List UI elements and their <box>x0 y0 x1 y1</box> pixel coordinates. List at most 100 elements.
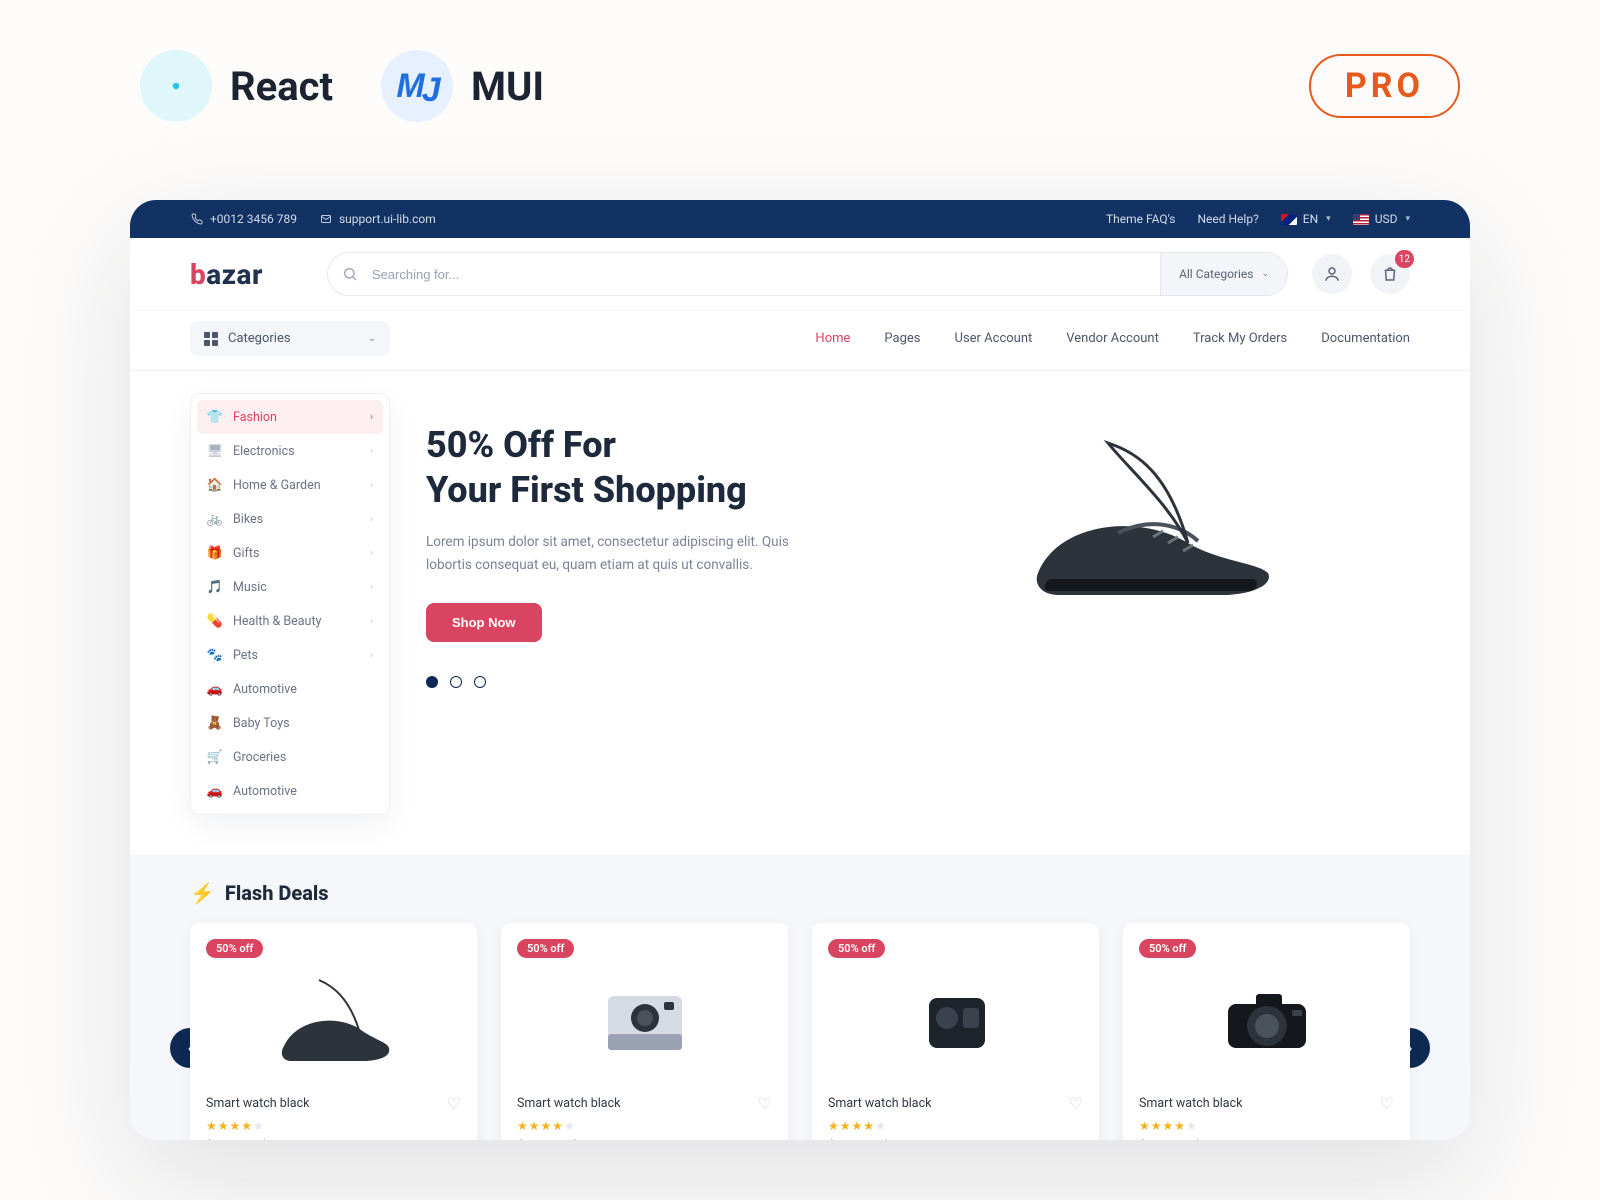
category-label: Fashion <box>233 410 277 425</box>
hero-dot-1[interactable] <box>426 676 438 688</box>
flash-deals-heading: ⚡ Flash Deals <box>190 881 1410 905</box>
search-category-select[interactable]: All Categories ⌄ <box>1160 253 1287 295</box>
deal-image <box>517 958 772 1088</box>
deal-title: Smart watch black <box>828 1096 931 1111</box>
nav-pages[interactable]: Pages <box>884 331 920 346</box>
category-item-electronics[interactable]: 🖥Electronics› <box>191 434 389 468</box>
announcement-bar: +0012 3456 789 support.ui-lib.com Theme … <box>130 200 1470 238</box>
discount-chip: 50% off <box>206 939 263 958</box>
chevron-right-icon: › <box>370 548 373 559</box>
deal-title: Smart watch black <box>1139 1096 1242 1111</box>
nav-track-orders[interactable]: Track My Orders <box>1193 331 1287 346</box>
wishlist-button[interactable]: ♡ <box>1069 1094 1083 1113</box>
tech-badges: React MJ MUI <box>140 50 544 122</box>
category-item-bikes[interactable]: 🚲Bikes› <box>191 502 389 536</box>
category-item-groceries[interactable]: 🛒Groceries <box>191 740 389 774</box>
topbar-phone: +0012 3456 789 <box>190 212 297 226</box>
search-input[interactable] <box>372 267 1160 282</box>
price-row: $110.00$250 <box>517 1139 772 1140</box>
category-item-fashion[interactable]: 👕Fashion› <box>197 400 383 434</box>
category-item-automotive[interactable]: 🚗Automotive <box>191 672 389 706</box>
nav-documentation[interactable]: Documentation <box>1321 331 1410 346</box>
category-icon: 🏠 <box>207 477 223 493</box>
hero-title: 50% Off For Your First Shopping <box>426 423 846 513</box>
site-logo[interactable]: bazar <box>190 258 263 291</box>
chevron-right-icon: › <box>370 514 373 525</box>
hero-section: 👕Fashion›🖥Electronics›🏠Home & Garden›🚲Bi… <box>130 371 1470 855</box>
discount-chip: 50% off <box>517 939 574 958</box>
category-item-health-beauty[interactable]: 💊Health & Beauty› <box>191 604 389 638</box>
hero-image <box>886 423 1410 623</box>
category-item-music[interactable]: 🎵Music› <box>191 570 389 604</box>
old-price: $250 <box>261 1139 289 1140</box>
discount-chip: 50% off <box>1139 939 1196 958</box>
bag-icon <box>1381 265 1399 283</box>
react-icon <box>140 50 212 122</box>
price-row: $110.00$250 <box>1139 1139 1394 1140</box>
deal-carousel: ‹ › 50% offSmart watch black♡★★★★★$110.0… <box>190 923 1410 1140</box>
deal-image <box>1139 958 1394 1088</box>
old-price: $250 <box>1194 1139 1222 1140</box>
cart-badge: 12 <box>1395 250 1414 268</box>
react-label: React <box>230 63 333 110</box>
language-selector[interactable]: EN▾ <box>1281 212 1331 226</box>
shop-now-button[interactable]: Shop Now <box>426 603 542 642</box>
wishlist-button[interactable]: ♡ <box>447 1094 461 1113</box>
nav-user-account[interactable]: User Account <box>955 331 1033 346</box>
category-label: Pets <box>233 648 258 663</box>
user-icon <box>1323 265 1341 283</box>
chevron-right-icon: › <box>370 480 373 491</box>
chevron-right-icon: › <box>370 650 373 661</box>
hero-dot-2[interactable] <box>450 676 462 688</box>
price: $110.00 <box>206 1139 253 1140</box>
theme-faqs-link[interactable]: Theme FAQ's <box>1106 212 1175 226</box>
category-icon: 👕 <box>207 409 223 425</box>
rating-stars: ★★★★★ <box>828 1119 1083 1133</box>
outer-header: React MJ MUI PRO <box>0 0 1600 152</box>
deal-card[interactable]: 50% offSmart watch black♡★★★★★$110.00$25… <box>190 923 477 1140</box>
main-header: bazar All Categories ⌄ 12 <box>130 238 1470 311</box>
nav-home[interactable]: Home <box>815 331 850 346</box>
category-item-automotive[interactable]: 🚗Automotive <box>191 774 389 808</box>
flag-us-icon <box>1353 214 1369 225</box>
mui-label: MUI <box>471 63 544 110</box>
deal-card[interactable]: 50% off Smart watch black ♡ ★★★★★ $110.00$25… <box>1123 923 1410 1140</box>
nav-links: Home Pages User Account Vendor Account T… <box>815 331 1410 346</box>
category-label: Baby Toys <box>233 716 290 731</box>
pro-pill: PRO <box>1309 54 1460 118</box>
old-price: $250 <box>883 1139 911 1140</box>
category-item-home-garden[interactable]: 🏠 Home & Garden › <box>191 468 389 502</box>
price: $110.00 <box>517 1139 564 1140</box>
chevron-down-icon: ⌄ <box>368 333 376 344</box>
cart-button[interactable]: 12 <box>1370 254 1410 294</box>
rating-stars: ★★★★★ <box>1139 1119 1394 1133</box>
mui-badge: MJ MUI <box>381 50 544 122</box>
mail-icon <box>319 212 333 226</box>
category-icon: 🎁 <box>207 545 223 561</box>
topbar-email: support.ui-lib.com <box>319 212 436 226</box>
chevron-right-icon: › <box>370 446 373 457</box>
category-item-baby-toys[interactable]: 🧸Baby Toys <box>191 706 389 740</box>
react-badge: React <box>140 50 333 122</box>
category-label: Electronics <box>233 444 295 459</box>
sneaker-icon <box>998 423 1298 623</box>
wishlist-button[interactable]: ♡ <box>758 1094 772 1113</box>
categories-button[interactable]: Categories ⌄ <box>190 321 390 356</box>
wishlist-button[interactable]: ♡ <box>1380 1094 1394 1113</box>
mui-icon: MJ <box>381 50 453 122</box>
nav-vendor-account[interactable]: Vendor Account <box>1066 331 1159 346</box>
deal-card[interactable]: 50% offSmart watch black♡★★★★★$110.00$25… <box>812 923 1099 1140</box>
currency-selector[interactable]: USD▾ <box>1353 212 1410 226</box>
category-label: Bikes <box>233 512 263 527</box>
rating-stars: ★★★★★ <box>206 1119 461 1133</box>
category-label: Home & Garden <box>233 478 321 493</box>
hero-dot-3[interactable] <box>474 676 486 688</box>
need-help-link[interactable]: Need Help? <box>1197 212 1258 226</box>
deal-image <box>828 958 1083 1088</box>
category-label: Automotive <box>233 784 297 799</box>
account-button[interactable] <box>1312 254 1352 294</box>
category-label: Gifts <box>233 546 259 561</box>
deal-card[interactable]: 50% offSmart watch black♡★★★★★$110.00$25… <box>501 923 788 1140</box>
category-item-gifts[interactable]: 🎁 Gifts › <box>191 536 389 570</box>
category-item-pets[interactable]: 🐾Pets› <box>191 638 389 672</box>
